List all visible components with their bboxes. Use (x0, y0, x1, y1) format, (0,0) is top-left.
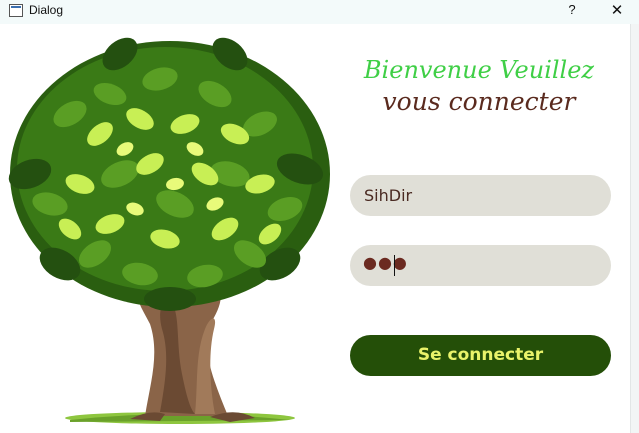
help-button[interactable]: ? (560, 0, 584, 22)
close-icon: ✕ (610, 1, 624, 19)
password-input[interactable]: ●●● (350, 245, 611, 286)
title-bar: Dialog ? ✕ (0, 0, 639, 24)
close-button[interactable]: ✕ (604, 0, 630, 22)
login-button[interactable]: Se connecter (350, 335, 611, 376)
window-icon (9, 4, 23, 17)
welcome-line-1: Bienvenue Veuillez (363, 56, 595, 84)
welcome-heading: Bienvenue Veuillez vous connecter (344, 54, 614, 118)
username-input[interactable]: SihDir (350, 175, 611, 216)
password-masked-value: ●●● (363, 253, 408, 272)
welcome-line-2: vous connecter (382, 87, 576, 116)
window-edge (630, 24, 639, 433)
username-value: SihDir (364, 186, 413, 205)
window-title: Dialog (29, 3, 64, 17)
text-caret (394, 255, 395, 276)
tree-illustration (8, 37, 330, 424)
question-mark-icon: ? (568, 2, 576, 17)
